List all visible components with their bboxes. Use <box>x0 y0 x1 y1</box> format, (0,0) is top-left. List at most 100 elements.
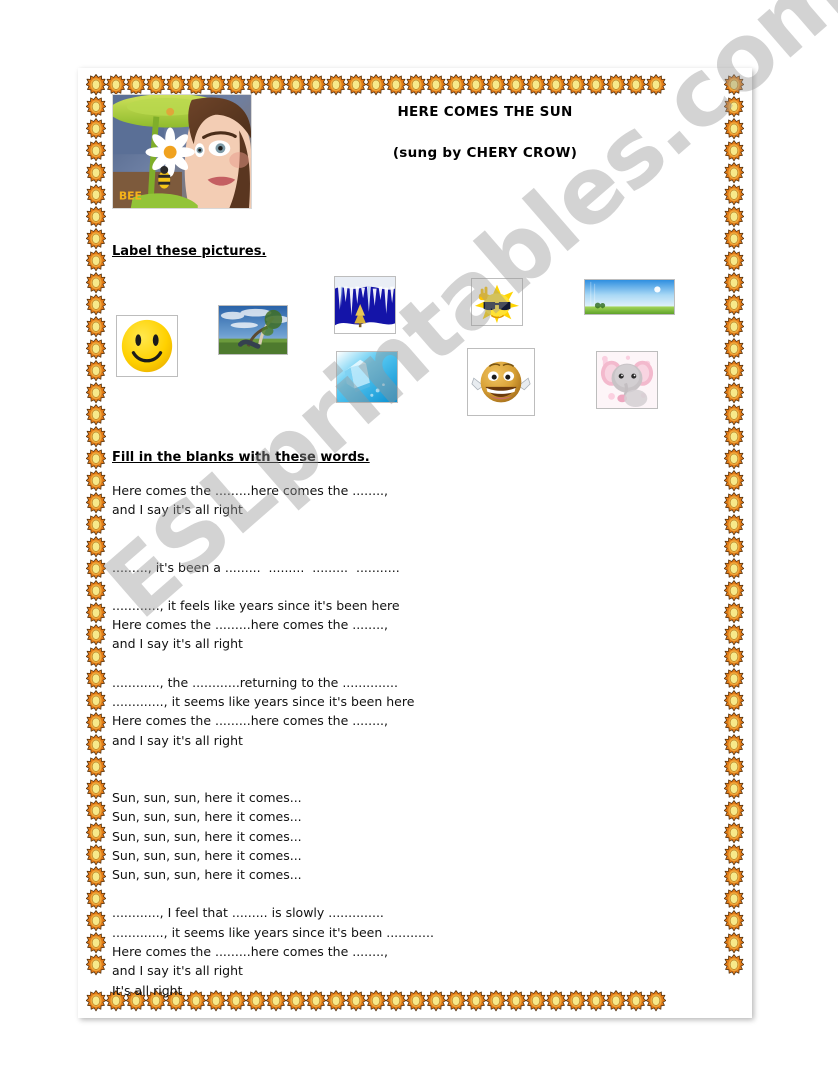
sun-flower-icon <box>326 74 346 96</box>
border-sun-icon <box>724 316 744 338</box>
sun-flower-icon <box>86 536 106 558</box>
worksheet-page: BEE HERE COMES THE SUN (sung by CHERY CR… <box>78 68 752 1018</box>
lyric-line <box>112 577 718 596</box>
lyric-line: Sun, sun, sun, here it comes... <box>112 828 302 844</box>
sun-flower-icon <box>724 822 744 844</box>
border-sun-icon <box>86 888 106 910</box>
icicles-winter-picture <box>334 276 396 334</box>
sun-flower-icon <box>446 74 466 96</box>
border-sun-icon <box>86 756 106 778</box>
border-sun-icon <box>724 536 744 558</box>
border-sun-icon <box>526 74 546 96</box>
sun-flower-icon <box>86 844 106 866</box>
border-sun-icon <box>724 514 744 536</box>
sun-flower-icon <box>724 316 744 338</box>
sun-flower-icon <box>86 888 106 910</box>
sun-flower-icon <box>724 162 744 184</box>
lyric-line <box>112 520 718 539</box>
sun-flower-icon <box>86 602 106 624</box>
border-sun-icon <box>724 844 744 866</box>
border-sun-icon <box>86 162 106 184</box>
border-sun-icon <box>724 800 744 822</box>
lyric-line: ............, I feel that ......... is s… <box>112 905 384 921</box>
border-sun-icon <box>86 250 106 272</box>
border-sun-icon <box>724 338 744 360</box>
border-sun-icon <box>86 580 106 602</box>
sun-flower-icon <box>86 448 106 470</box>
sun-flower-icon <box>86 954 106 976</box>
border-sun-icon <box>86 140 106 162</box>
border-sun-icon <box>86 844 106 866</box>
blue-sky-picture <box>584 279 675 315</box>
sun-flower-icon <box>86 558 106 580</box>
border-sun-icon <box>186 74 206 96</box>
sun-flower-icon <box>724 404 744 426</box>
border-sun-icon <box>86 470 106 492</box>
pink-elephant-icon <box>597 352 657 408</box>
border-sun-icon <box>724 932 744 954</box>
sun-flower-icon <box>724 866 744 888</box>
sun-flower-icon <box>246 74 266 96</box>
lyric-line: ............., it seems like years since… <box>112 694 415 710</box>
border-sun-icon <box>406 74 426 96</box>
lyric-line: Here comes the .........here comes the .… <box>112 483 389 498</box>
lyric-line: Here comes the .........here comes the .… <box>112 617 389 633</box>
sun-flower-icon <box>724 206 744 228</box>
sun-flower-icon <box>86 492 106 514</box>
border-sun-icon <box>306 74 326 96</box>
border-sun-icon <box>226 74 246 96</box>
border-sun-icon <box>724 580 744 602</box>
lyric-line: ........., it's been a ......... .......… <box>112 559 400 575</box>
lyric-line <box>112 769 718 788</box>
border-sun-icon <box>724 426 744 448</box>
border-sun-icon <box>86 990 106 1012</box>
border-sun-icon <box>724 668 744 690</box>
sun-flower-icon <box>724 624 744 646</box>
sun-flower-icon <box>724 932 744 954</box>
sun-flower-icon <box>724 602 744 624</box>
lyric-line: ............, the ............returning … <box>112 674 398 690</box>
sun-flower-icon <box>86 712 106 734</box>
border-sun-icon <box>724 910 744 932</box>
sun-flower-icon <box>724 492 744 514</box>
lyric-line <box>112 654 718 673</box>
border-sun-icon <box>86 800 106 822</box>
border-sun-icon <box>724 888 744 910</box>
border-sun-icon <box>724 272 744 294</box>
sun-flower-icon <box>724 118 744 140</box>
border-sun-icon <box>346 74 366 96</box>
border-sun-icon <box>266 74 286 96</box>
sun-flower-icon <box>86 184 106 206</box>
border-sun-icon <box>86 338 106 360</box>
ice-cube-picture <box>336 351 398 403</box>
storm-tree-picture <box>218 305 288 355</box>
border-sun-icon <box>286 74 306 96</box>
border-sun-icon <box>86 954 106 976</box>
border-left-suns <box>86 74 106 1012</box>
lyric-line: ............, it feels like years since … <box>112 597 400 613</box>
sun-flower-icon <box>86 910 106 932</box>
border-sun-icon <box>86 932 106 954</box>
border-sun-icon <box>724 954 744 976</box>
lyric-line: It's all right <box>112 982 183 998</box>
laughing-face-picture <box>467 348 535 416</box>
lyric-line <box>112 750 718 769</box>
border-sun-icon <box>724 822 744 844</box>
sun-flower-icon <box>724 228 744 250</box>
sun-flower-icon <box>724 514 744 536</box>
lyric-line: and I say it's all right <box>112 732 243 748</box>
border-sun-icon <box>724 492 744 514</box>
border-sun-icon <box>86 536 106 558</box>
smiley-face-icon <box>121 319 173 373</box>
sun-flower-icon <box>86 118 106 140</box>
sun-flower-icon <box>306 74 326 96</box>
sun-flower-icon <box>606 74 626 96</box>
border-sun-icon <box>724 294 744 316</box>
sun-flower-icon <box>724 96 744 118</box>
border-sun-icon <box>724 778 744 800</box>
sun-flower-icon <box>626 74 646 96</box>
lyric-line: and I say it's all right <box>112 636 243 652</box>
lyric-line: Sun, sun, sun, here it comes... <box>112 809 302 825</box>
sun-flower-icon <box>86 778 106 800</box>
sun-flower-icon <box>724 338 744 360</box>
